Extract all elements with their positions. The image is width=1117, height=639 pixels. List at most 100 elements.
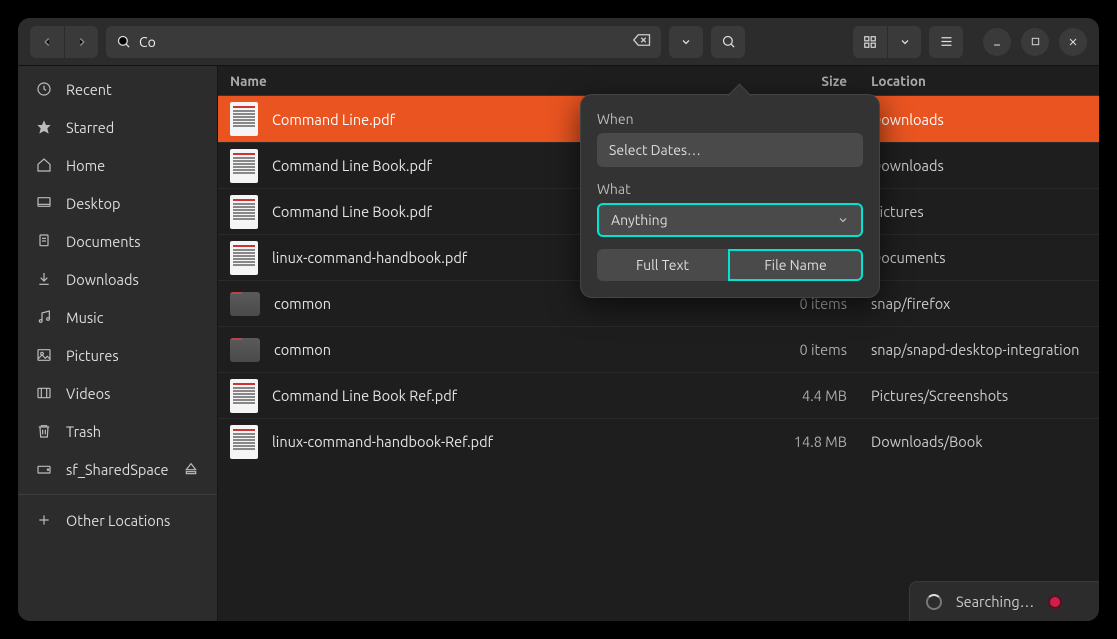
file-manager-window: Recent Starred Home Desktop Documents Downloa… [18, 18, 1099, 621]
sidebar-item-downloads[interactable]: Downloads [18, 260, 217, 298]
sidebar-item-label: Downloads [66, 271, 139, 288]
chevron-down-icon [899, 36, 911, 48]
drive-icon [36, 461, 52, 477]
file-location-label: Downloads/Book [863, 433, 1099, 450]
when-label: When [597, 111, 863, 127]
sidebar-item-videos[interactable]: Videos [18, 374, 217, 412]
grid-view-button[interactable] [853, 26, 887, 58]
view-options-button[interactable] [887, 26, 921, 58]
sidebar-item-label: Other Locations [66, 512, 170, 529]
music-icon [36, 309, 52, 325]
maximize-icon [1030, 36, 1041, 47]
spinner-icon [926, 594, 942, 610]
trash-icon [36, 423, 52, 439]
full-text-button[interactable]: Full Text [597, 249, 728, 281]
search-options-dropdown-button[interactable] [669, 26, 703, 58]
sidebar-item-starred[interactable]: Starred [18, 108, 217, 146]
column-location[interactable]: Location [863, 73, 1099, 89]
result-row[interactable]: common0 itemssnap/snapd-desktop-integrat… [218, 326, 1099, 372]
file-name-label: linux-command-handbook-Ref.pdf [272, 433, 773, 450]
sidebar-item-label: Music [66, 309, 103, 326]
column-name[interactable]: Name [230, 73, 773, 89]
sidebar: Recent Starred Home Desktop Documents Downloa… [18, 66, 218, 621]
chevron-left-icon [40, 35, 54, 49]
grid-icon [863, 35, 877, 49]
search-filter-popover: When Select Dates… What Anything Full Te… [580, 94, 880, 298]
sidebar-item-home[interactable]: Home [18, 146, 217, 184]
back-button[interactable] [30, 26, 64, 58]
file-name-label: Command Line Book Ref.pdf [272, 387, 773, 404]
close-button[interactable] [1059, 28, 1087, 56]
file-location-label: Pictures [863, 203, 1099, 220]
toolbar [18, 18, 1099, 66]
sidebar-item-label: Videos [66, 385, 110, 402]
what-label: What [597, 181, 863, 197]
folder-icon [230, 338, 260, 362]
hamburger-menu-button[interactable] [929, 26, 963, 58]
sidebar-item-recent[interactable]: Recent [18, 70, 217, 108]
folder-icon [230, 292, 260, 316]
sidebar-item-desktop[interactable]: Desktop [18, 184, 217, 222]
result-row[interactable]: linux-command-handbook-Ref.pdf14.8 MBDow… [218, 418, 1099, 464]
result-row[interactable]: Command Line Book Ref.pdf4.4 MBPictures/… [218, 372, 1099, 418]
chevron-right-icon [75, 35, 89, 49]
file-location-label: Documents [863, 249, 1099, 266]
file-location-label: Downloads [863, 157, 1099, 174]
file-thumbnail [230, 195, 258, 229]
file-location-label: Downloads [863, 111, 1099, 128]
status-text: Searching… [956, 593, 1034, 610]
file-name-button[interactable]: File Name [728, 249, 863, 281]
search-bar [106, 26, 661, 58]
file-thumbnail [230, 241, 258, 275]
pictures-icon [36, 347, 52, 363]
hamburger-icon [939, 34, 954, 49]
chevron-down-icon [837, 214, 849, 226]
sidebar-item-documents[interactable]: Documents [18, 222, 217, 260]
file-size-label: 14.8 MB [773, 433, 863, 450]
sidebar-item-sf-sharedspace[interactable]: sf_SharedSpace [18, 450, 217, 488]
file-size-label: 4.4 MB [773, 387, 863, 404]
file-type-dropdown[interactable]: Anything [597, 203, 863, 237]
sidebar-item-label: Home [66, 157, 105, 174]
sidebar-item-pictures[interactable]: Pictures [18, 336, 217, 374]
sidebar-item-music[interactable]: Music [18, 298, 217, 336]
minimize-button[interactable] [983, 28, 1011, 56]
record-indicator-icon [1048, 595, 1062, 609]
chevron-down-icon [680, 36, 692, 48]
documents-icon [36, 233, 52, 249]
sidebar-item-other-locations[interactable]: Other Locations [18, 501, 217, 539]
column-headers[interactable]: Name Size Location [218, 66, 1099, 96]
file-thumbnail [230, 425, 258, 459]
view-switcher [853, 26, 921, 58]
sidebar-item-label: Starred [66, 119, 114, 136]
file-thumbnail [230, 379, 258, 413]
file-thumbnail [230, 102, 258, 136]
column-size[interactable]: Size [773, 73, 863, 89]
search-toggle-button[interactable] [711, 26, 745, 58]
sidebar-item-label: Recent [66, 81, 112, 98]
search-icon [721, 34, 736, 49]
search-icon [116, 34, 131, 49]
file-location-label: Pictures/Screenshots [863, 387, 1099, 404]
body: Recent Starred Home Desktop Documents Downloa… [18, 66, 1099, 621]
downloads-icon [36, 271, 52, 287]
select-dates-button[interactable]: Select Dates… [597, 133, 863, 167]
file-location-label: snap/firefox [863, 295, 1099, 312]
eject-icon[interactable] [183, 461, 199, 477]
search-input[interactable] [139, 34, 625, 50]
maximize-button[interactable] [1021, 28, 1049, 56]
search-mode-toggle: Full Text File Name [597, 249, 863, 281]
minimize-icon [991, 36, 1003, 48]
file-thumbnail [230, 149, 258, 183]
sidebar-item-label: sf_SharedSpace [66, 461, 168, 478]
clear-search-button[interactable] [633, 33, 651, 50]
forward-button[interactable] [64, 26, 98, 58]
sidebar-separator [18, 494, 217, 495]
sidebar-item-trash[interactable]: Trash [18, 412, 217, 450]
sidebar-item-label: Documents [66, 233, 141, 250]
file-size-label: 0 items [773, 341, 863, 358]
backspace-icon [633, 33, 651, 47]
plus-icon [36, 512, 52, 528]
window-controls [983, 28, 1087, 56]
sidebar-item-label: Trash [66, 423, 101, 440]
